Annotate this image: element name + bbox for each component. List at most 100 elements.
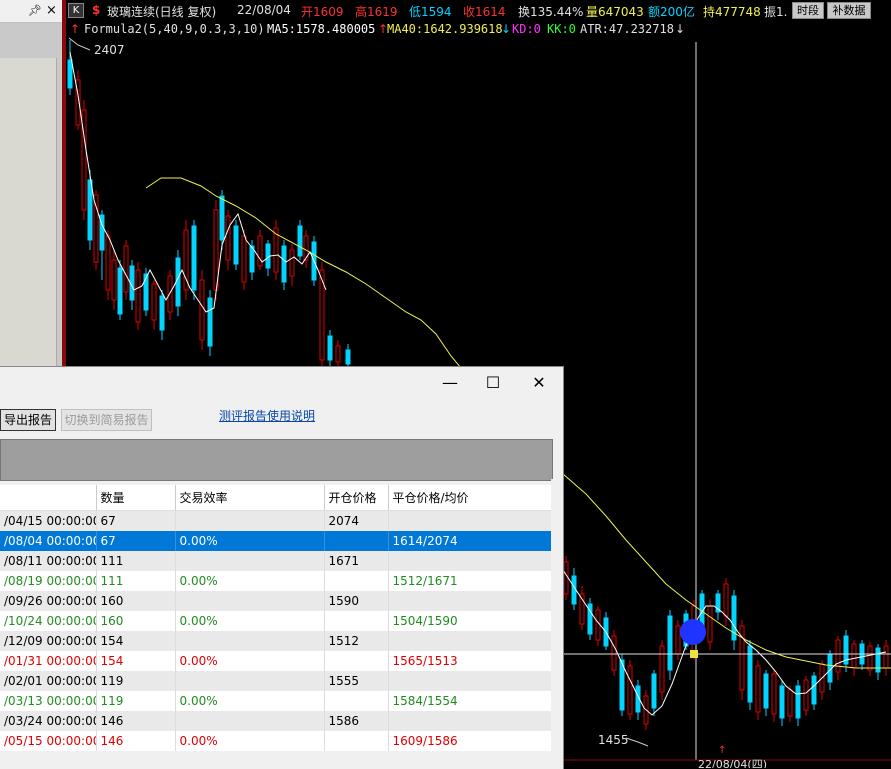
cell-open (324, 611, 389, 631)
signal-square (690, 650, 698, 658)
candle-body (219, 195, 225, 241)
table-row[interactable]: /08/11 00:00:00 111 1671 (0, 551, 552, 571)
signal-marker (680, 619, 706, 645)
candle-body (563, 561, 569, 595)
col-close-price[interactable]: 平仓价格/均价 (388, 485, 552, 511)
cell-qty: 160 (96, 611, 176, 631)
candle-body (143, 273, 149, 311)
cell-time: /02/01 00:00:00 (0, 671, 97, 691)
cell-eff (175, 671, 325, 691)
minimize-button[interactable]: — (435, 371, 465, 395)
pin-icon[interactable]: 📌︎ (28, 4, 42, 17)
candle-body (327, 335, 333, 361)
table-scrollbar[interactable] (551, 479, 563, 769)
cell-close (388, 551, 552, 571)
candle-body (651, 673, 657, 709)
export-report-button[interactable]: 导出报告 (0, 409, 56, 431)
candle-body (191, 225, 197, 291)
cell-close: 1512/1671 (388, 571, 552, 591)
low-label: 1455 (598, 733, 629, 747)
candle-body (123, 245, 129, 293)
col-efficiency[interactable]: 交易效率 (175, 485, 325, 511)
cell-open (324, 531, 389, 551)
cell-time: /04/15 00:00:00 (0, 510, 97, 531)
candle-body (771, 673, 777, 715)
candle-body (883, 645, 889, 669)
cell-open: 1555 (324, 671, 389, 691)
cell-eff: 0.00% (175, 691, 325, 711)
cell-time: /08/11 00:00:00 (0, 551, 97, 571)
cell-open (324, 651, 389, 671)
table-row[interactable]: /09/26 00:00:00 160 1590 (0, 591, 552, 611)
col-open-price[interactable]: 开仓价格 (324, 485, 389, 511)
candle-body (135, 269, 141, 323)
table-row[interactable]: /04/15 00:00:00 67 2074 (0, 510, 552, 531)
candle-body (763, 673, 769, 709)
col-time[interactable] (0, 485, 97, 511)
maximize-button[interactable]: ☐ (478, 371, 508, 395)
cell-eff: 0.00% (175, 611, 325, 631)
cell-qty: 154 (96, 631, 176, 651)
low-pointer (625, 737, 649, 747)
candle-body (811, 675, 817, 705)
report-help-link[interactable]: 测评报告使用说明 (219, 407, 315, 424)
candle-body (571, 575, 577, 605)
close-button[interactable]: ✕ (524, 371, 554, 395)
left-panel-titlebar: 📌︎ × (0, 0, 62, 23)
candle-body (787, 689, 793, 717)
candle-body (627, 665, 633, 715)
candle-body (289, 249, 295, 277)
cell-time: /01/31 00:00:00 (0, 651, 97, 671)
cell-time: /03/13 00:00:00 (0, 691, 97, 711)
candle-body (159, 295, 165, 331)
table-row[interactable]: /08/19 00:00:00 111 0.00% 1512/1671 (0, 571, 552, 591)
cell-close: 1584/1554 (388, 691, 552, 711)
cell-eff: 0.00% (175, 571, 325, 591)
cell-close: 1504/1590 (388, 611, 552, 631)
switch-report-button[interactable]: 切换到简易报告 (61, 409, 152, 431)
candle-body (667, 615, 673, 671)
candle-body (755, 665, 761, 713)
candle-body (611, 635, 617, 671)
report-summary-bar (0, 439, 553, 481)
cell-eff: 0.00% (175, 531, 325, 551)
candle-body (199, 279, 205, 341)
cell-close: 1609/1586 (388, 731, 552, 751)
cell-time: /08/19 00:00:00 (0, 571, 97, 591)
candle-body (297, 225, 303, 257)
cell-open: 1586 (324, 711, 389, 731)
cell-close (388, 631, 552, 651)
cell-close: 1614/2074 (388, 531, 552, 551)
cell-open: 1671 (324, 551, 389, 571)
cell-eff (175, 591, 325, 611)
cell-eff: 0.00% (175, 651, 325, 671)
cell-open: 2074 (324, 510, 389, 531)
table-row[interactable]: /10/24 00:00:00 160 0.00% 1504/1590 (0, 611, 552, 631)
cell-eff (175, 551, 325, 571)
cell-qty: 111 (96, 571, 176, 591)
candle-body (595, 609, 601, 641)
cell-time: /03/24 00:00:00 (0, 711, 97, 731)
table-row[interactable]: /05/15 00:00:00 146 0.00% 1609/1586 (0, 731, 552, 751)
cell-qty: 146 (96, 731, 176, 751)
cell-eff (175, 711, 325, 731)
close-icon[interactable]: × (46, 3, 57, 18)
candle-body (795, 685, 801, 719)
candle-body (105, 235, 111, 291)
table-row[interactable]: /02/01 00:00:00 119 1555 (0, 671, 552, 691)
table-row[interactable]: /01/31 00:00:00 154 0.00% 1565/1513 (0, 651, 552, 671)
cell-close: 1565/1513 (388, 651, 552, 671)
cell-qty: 160 (96, 591, 176, 611)
table-row[interactable]: /03/13 00:00:00 119 0.00% 1584/1554 (0, 691, 552, 711)
table-row[interactable]: /12/09 00:00:00 154 1512 (0, 631, 552, 651)
table-row[interactable]: /08/04 00:00:00 67 0.00% 1614/2074 (0, 531, 552, 551)
cell-qty: 154 (96, 651, 176, 671)
col-qty[interactable]: 数量 (96, 485, 176, 511)
cell-time: /12/09 00:00:00 (0, 631, 97, 651)
candle-body (175, 257, 181, 307)
table-row[interactable]: /03/24 00:00:00 146 1586 (0, 711, 552, 731)
cell-close (388, 671, 552, 691)
cell-close (388, 711, 552, 731)
cell-eff (175, 510, 325, 531)
cell-qty: 67 (96, 510, 176, 531)
